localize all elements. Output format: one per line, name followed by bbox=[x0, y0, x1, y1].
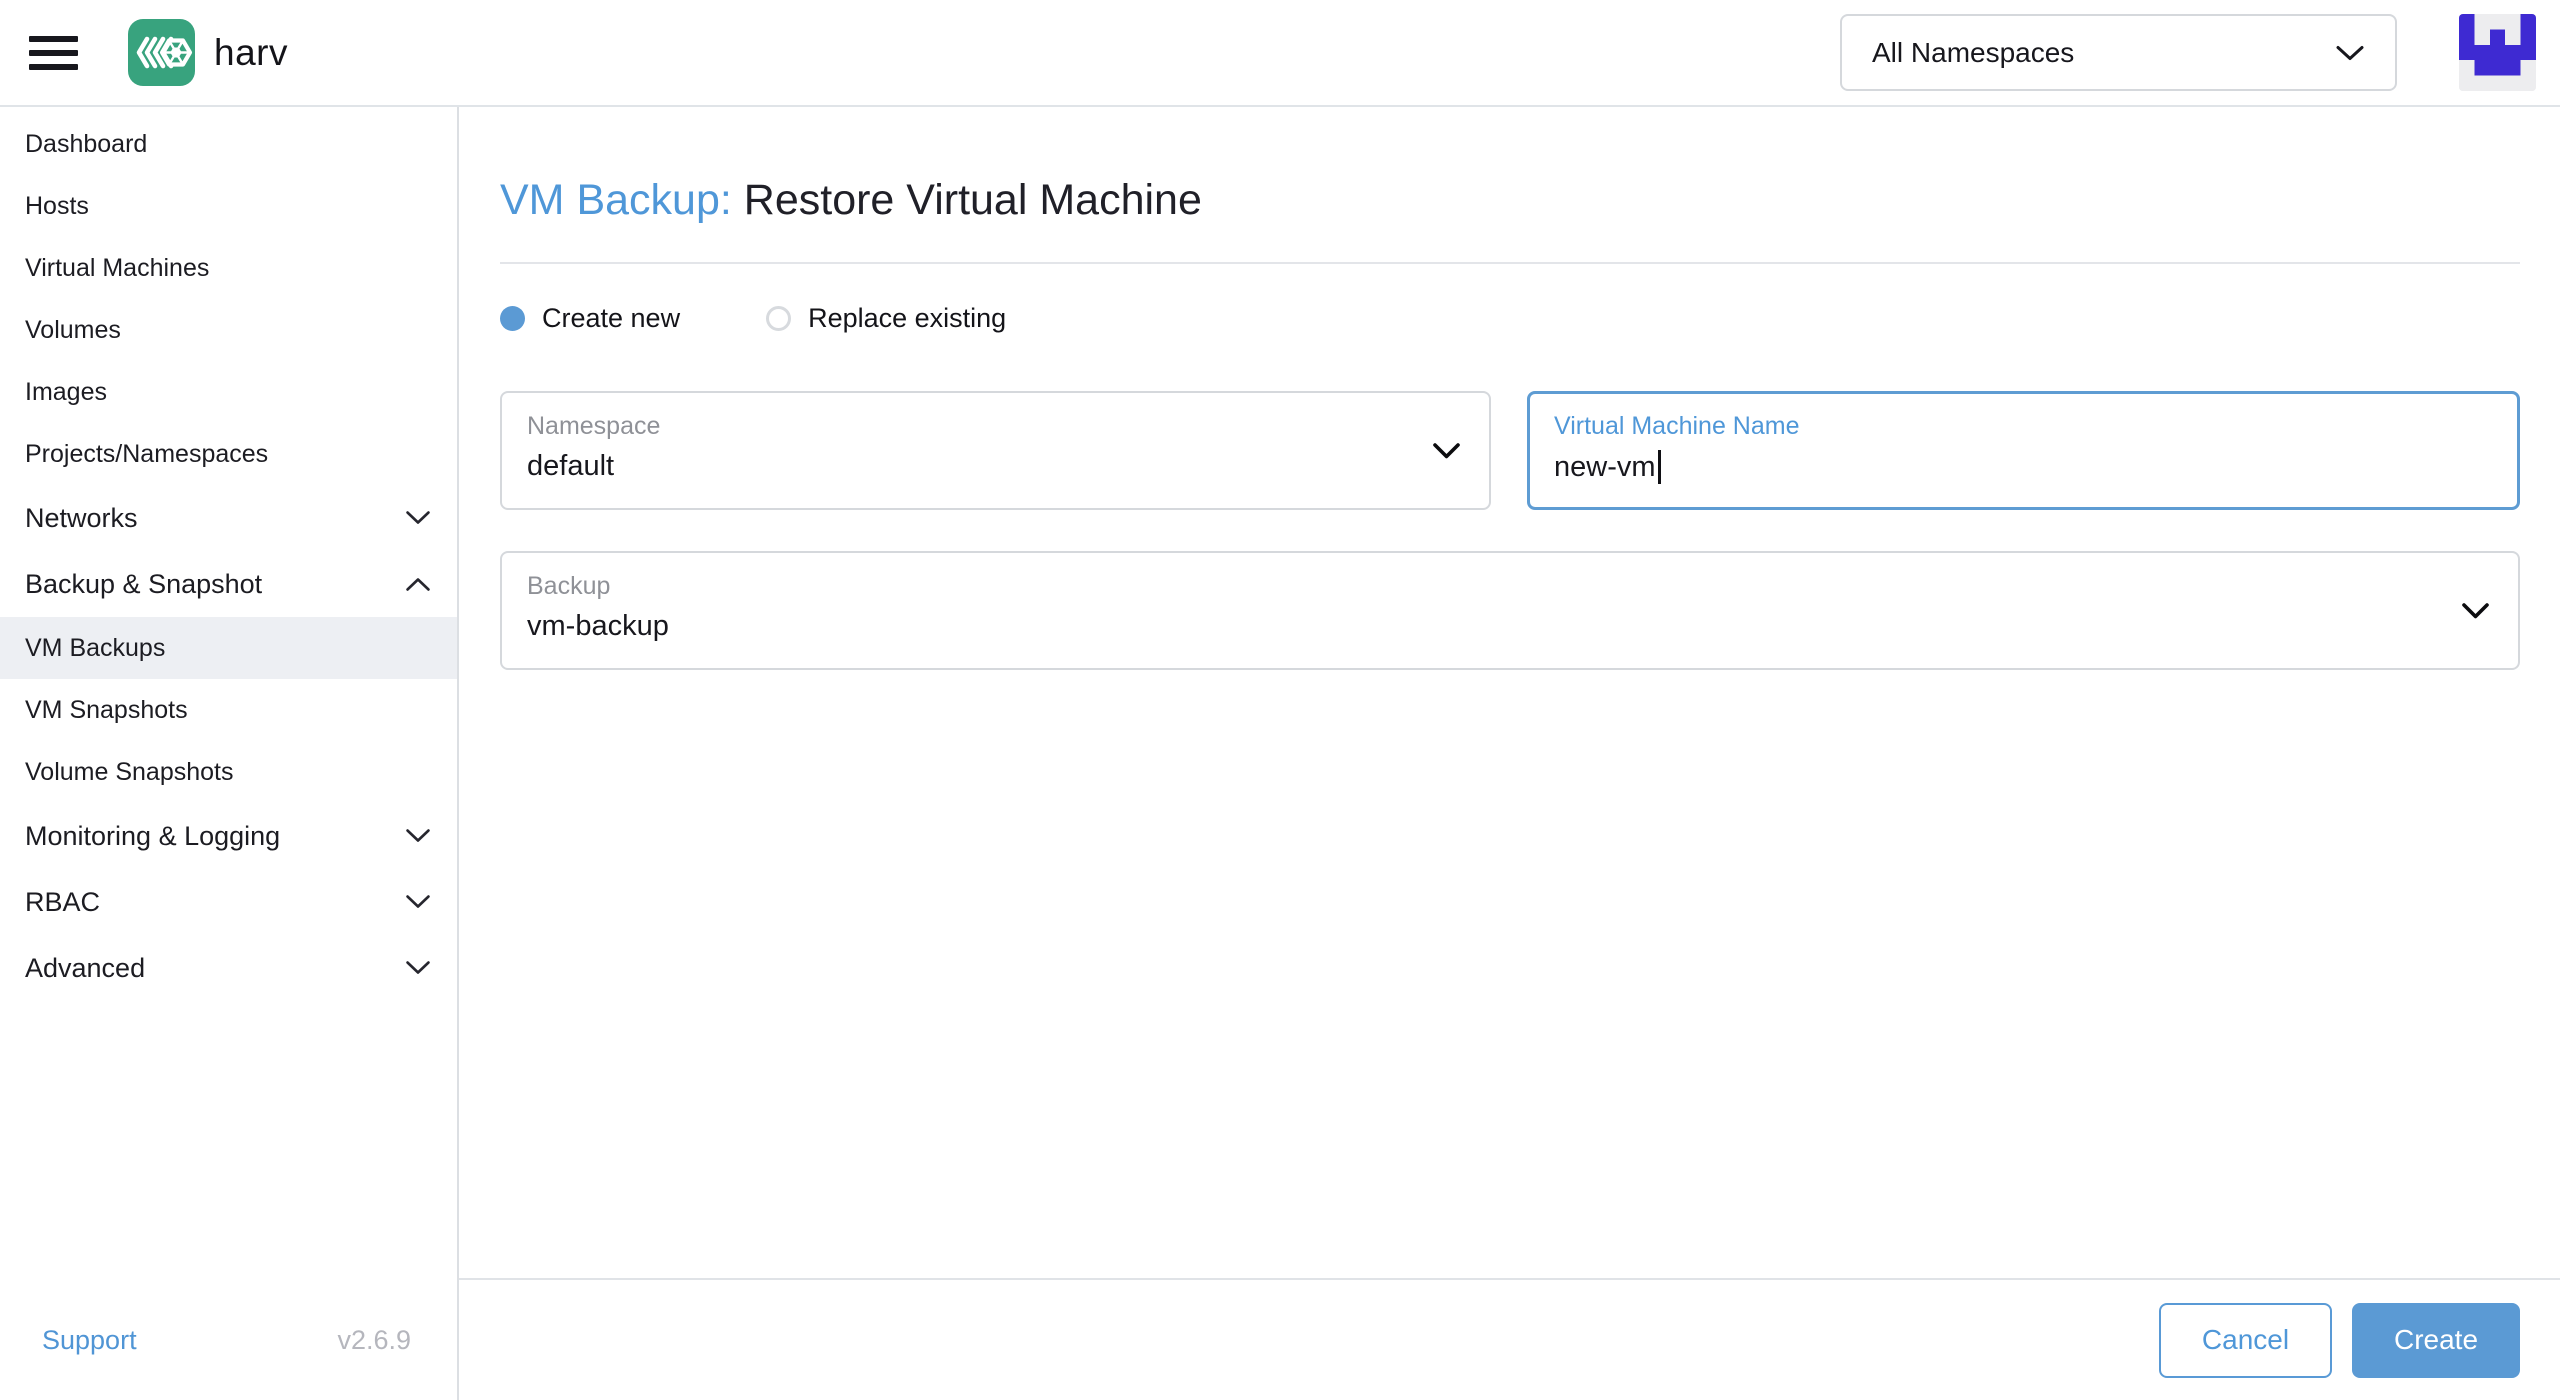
chevron-down-icon bbox=[405, 510, 431, 526]
radio-replace-existing[interactable]: Replace existing bbox=[766, 303, 1006, 334]
sidebar-group-rbac[interactable]: RBAC bbox=[0, 869, 457, 935]
chevron-down-icon bbox=[2336, 45, 2364, 60]
sidebar-item-vm-snapshots[interactable]: VM Snapshots bbox=[0, 679, 457, 741]
page-title: VM Backup: Restore Virtual Machine bbox=[500, 176, 2520, 225]
backup-select-value: vm-backup bbox=[527, 610, 669, 642]
page-title-prefix: VM Backup: bbox=[500, 176, 732, 224]
text-cursor bbox=[1657, 450, 1661, 484]
chevron-down-icon bbox=[405, 894, 431, 910]
vm-name-input[interactable]: Virtual Machine Name new-vm bbox=[1527, 391, 2520, 510]
restore-form-row-2: Backup vm-backup bbox=[500, 551, 2520, 670]
sidebar-nav: Dashboard Hosts Virtual Machines Volumes… bbox=[0, 107, 457, 1001]
main-content: VM Backup: Restore Virtual Machine Creat… bbox=[459, 107, 2560, 1400]
sidebar-group-networks[interactable]: Networks bbox=[0, 485, 457, 551]
backup-select-label: Backup bbox=[527, 572, 611, 600]
create-button[interactable]: Create bbox=[2352, 1302, 2520, 1378]
harvester-logo-icon[interactable] bbox=[128, 19, 195, 86]
action-bar: Cancel Create bbox=[459, 1278, 2560, 1400]
sidebar-item-dashboard[interactable]: Dashboard bbox=[0, 113, 457, 175]
sidebar-item-virtual-machines[interactable]: Virtual Machines bbox=[0, 237, 457, 299]
namespace-filter-dropdown[interactable]: All Namespaces bbox=[1840, 14, 2397, 91]
vm-name-input-value: new-vm bbox=[1554, 450, 1656, 483]
restore-mode-radio-group: Create new Replace existing bbox=[500, 303, 2520, 334]
namespace-filter-value: All Namespaces bbox=[1872, 36, 2075, 68]
chevron-down-icon bbox=[2461, 602, 2490, 620]
chevron-down-icon bbox=[405, 960, 431, 976]
namespace-select[interactable]: Namespace default bbox=[500, 391, 1491, 510]
version-label: v2.6.9 bbox=[337, 1324, 411, 1355]
sidebar-group-monitoring-logging[interactable]: Monitoring & Logging bbox=[0, 803, 457, 869]
chevron-down-icon bbox=[1432, 442, 1461, 460]
hamburger-icon bbox=[29, 35, 78, 42]
app-window: harv All Namespaces Dashboard Hosts Virt… bbox=[0, 0, 2560, 1400]
brand-name: harv bbox=[214, 31, 288, 73]
sidebar-item-images[interactable]: Images bbox=[0, 361, 457, 423]
top-header: harv All Namespaces bbox=[0, 0, 2560, 107]
sidebar-item-volumes[interactable]: Volumes bbox=[0, 299, 457, 361]
radio-selected-icon bbox=[500, 306, 525, 331]
title-divider bbox=[500, 262, 2520, 264]
sidebar-item-vm-backups[interactable]: VM Backups bbox=[0, 617, 457, 679]
chevron-down-icon bbox=[405, 828, 431, 844]
namespace-select-label: Namespace bbox=[527, 412, 661, 440]
user-avatar[interactable] bbox=[2459, 14, 2536, 91]
menu-toggle-button[interactable] bbox=[29, 35, 79, 71]
support-link[interactable]: Support bbox=[42, 1325, 137, 1356]
page-title-text: Restore Virtual Machine bbox=[743, 176, 1202, 224]
namespace-select-value: default bbox=[527, 450, 615, 482]
sidebar-group-backup-snapshot[interactable]: Backup & Snapshot bbox=[0, 551, 457, 617]
radio-create-new[interactable]: Create new bbox=[500, 303, 680, 334]
sidebar-group-advanced[interactable]: Advanced bbox=[0, 935, 457, 1001]
vm-name-input-label: Virtual Machine Name bbox=[1554, 412, 1800, 440]
sidebar-item-hosts[interactable]: Hosts bbox=[0, 175, 457, 237]
sidebar-item-projects-namespaces[interactable]: Projects/Namespaces bbox=[0, 423, 457, 485]
sidebar-footer: Support v2.6.9 bbox=[0, 1280, 457, 1400]
sidebar: Dashboard Hosts Virtual Machines Volumes… bbox=[0, 107, 459, 1400]
cancel-button[interactable]: Cancel bbox=[2159, 1302, 2332, 1378]
chevron-up-icon bbox=[405, 576, 431, 592]
radio-unselected-icon bbox=[766, 306, 792, 331]
restore-form-row-1: Namespace default Virtual Machine Name n… bbox=[500, 391, 2520, 510]
backup-select[interactable]: Backup vm-backup bbox=[500, 551, 2520, 670]
sidebar-item-volume-snapshots[interactable]: Volume Snapshots bbox=[0, 741, 457, 803]
